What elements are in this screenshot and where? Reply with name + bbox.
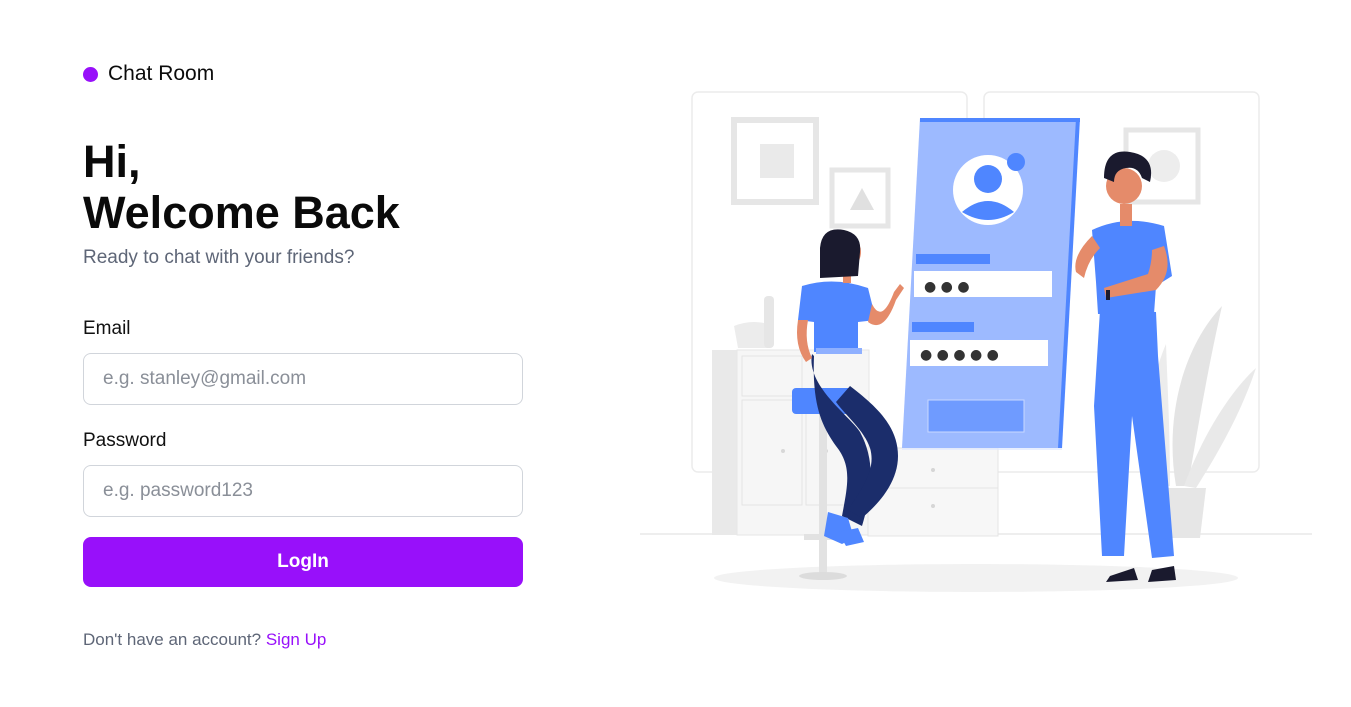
login-page: Chat Room Hi, Welcome Back Ready to chat… <box>0 0 1351 707</box>
greeting-line-2: Welcome Back <box>83 187 400 238</box>
signup-link[interactable]: Sign Up <box>266 630 326 649</box>
login-illustration: ● ● ● ● ● ● ● ● <box>640 91 1312 592</box>
brand-dot-icon <box>83 66 98 82</box>
signup-prompt-text: Don't have an account? <box>83 630 266 649</box>
phone-login-screen: ● ● ● ● ● ● ● ● <box>902 118 1080 450</box>
subtitle: Ready to chat with your friends? <box>83 247 355 268</box>
brand-name: Chat Room <box>108 62 215 85</box>
greeting-line-1: Hi, <box>83 136 141 187</box>
email-label: Email <box>83 318 131 339</box>
signup-prompt: Don't have an account? Sign Up <box>83 630 326 650</box>
password-input[interactable] <box>83 465 523 517</box>
password-dots-2: ● ● ● ● ● <box>920 347 999 363</box>
password-dots-1: ● ● ● <box>924 279 970 295</box>
login-button[interactable]: LogIn <box>83 537 523 587</box>
greeting-heading: Hi, Welcome Back <box>83 136 400 238</box>
email-input[interactable] <box>83 353 523 405</box>
password-label: Password <box>83 430 167 451</box>
brand: Chat Room <box>83 62 214 86</box>
